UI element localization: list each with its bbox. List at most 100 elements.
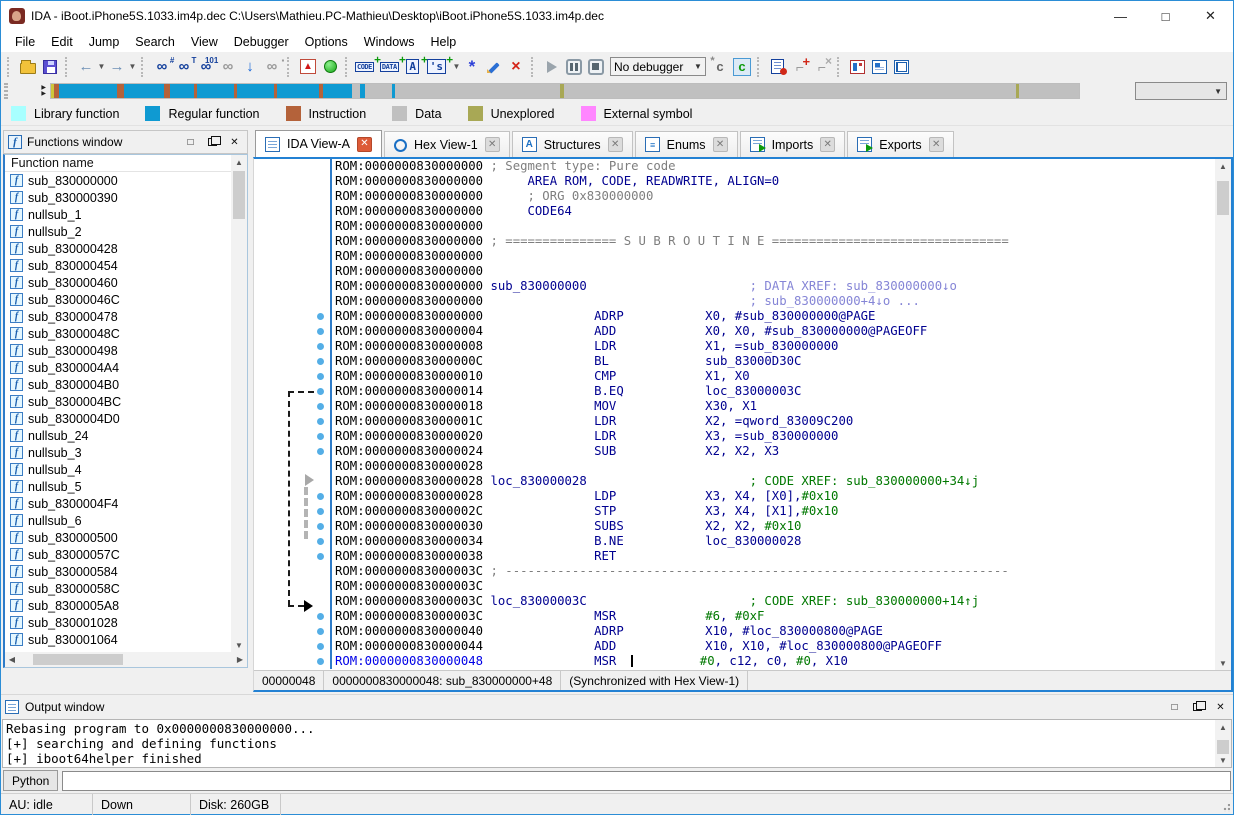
- disassembly-vscroll-thumb[interactable]: [1217, 181, 1229, 215]
- python-prompt-button[interactable]: Python: [3, 770, 58, 791]
- breakpoint-delete-button[interactable]: ⌐: [811, 56, 833, 78]
- maximize-button[interactable]: □: [1143, 1, 1188, 31]
- navigate-forward-button[interactable]: →: [106, 56, 128, 78]
- function-list-item[interactable]: fsub_830000500: [5, 529, 231, 546]
- scroll-up-icon[interactable]: ▲: [1215, 159, 1231, 173]
- debugger-select[interactable]: No debugger▼: [610, 57, 706, 76]
- function-list-item[interactable]: fsub_830000584: [5, 563, 231, 580]
- menu-options[interactable]: Options: [297, 33, 356, 51]
- create-name-button[interactable]: A: [405, 56, 427, 78]
- function-list-item[interactable]: fsub_830000478: [5, 308, 231, 325]
- functions-vscroll-track[interactable]: [231, 169, 247, 638]
- scroll-up-icon[interactable]: ▲: [231, 155, 247, 169]
- disassembly-line[interactable]: ROM:0000000830000000: [254, 219, 1215, 234]
- disassembly-line[interactable]: ROM:0000000830000030 SUBS X2, X2, #0x10: [254, 519, 1215, 534]
- functions-close-button[interactable]: ✕: [226, 134, 243, 150]
- menu-help[interactable]: Help: [422, 33, 464, 51]
- tab-close-button[interactable]: ✕: [713, 137, 728, 152]
- problem-list-button[interactable]: ▲: [297, 56, 319, 78]
- disassembly-line[interactable]: ROM:0000000830000000 ; sub_830000000+4↓o…: [254, 294, 1215, 309]
- function-list-item[interactable]: fsub_83000057C: [5, 546, 231, 563]
- disassembly-line[interactable]: ROM:0000000830000000: [254, 249, 1215, 264]
- output-vscroll-track[interactable]: [1215, 734, 1231, 753]
- navigate-back-button[interactable]: ←: [75, 56, 97, 78]
- disassembly-line[interactable]: ROM:000000083000002C STP X3, X4, [X1],#0…: [254, 504, 1215, 519]
- search-lock-button[interactable]: ∞▪: [261, 56, 283, 78]
- function-list-item[interactable]: fnullsub_1: [5, 206, 231, 223]
- functions-vscrollbar[interactable]: ▲ ▼: [231, 155, 247, 652]
- disassembly-line[interactable]: ROM:000000083000003C ; -----------------…: [254, 564, 1215, 579]
- functions-vscroll-thumb[interactable]: [233, 171, 245, 219]
- tab-exports[interactable]: Exports✕: [847, 131, 953, 157]
- disassembly-line[interactable]: ROM:0000000830000000 CODE64: [254, 204, 1215, 219]
- disassembly-line[interactable]: ROM:000000083000003C MSR #6, #0xF: [254, 609, 1215, 624]
- function-list-item[interactable]: fsub_8300005A8: [5, 597, 231, 614]
- disassembly-line[interactable]: ROM:0000000830000000 AREA ROM, CODE, REA…: [254, 174, 1215, 189]
- navigation-band[interactable]: [50, 83, 1080, 99]
- tab-structures[interactable]: AStructures✕: [512, 131, 633, 157]
- tab-ida-view-a[interactable]: IDA View-A✕: [255, 130, 382, 157]
- tab-enums[interactable]: ≡Enums✕: [635, 131, 738, 157]
- python-command-input[interactable]: [62, 771, 1231, 791]
- function-list-item[interactable]: fsub_830000428: [5, 240, 231, 257]
- disassembly-vscroll-track[interactable]: [1215, 173, 1231, 656]
- output-close-button[interactable]: ✕: [1212, 699, 1229, 715]
- disassembly-line[interactable]: ROM:0000000830000018 MOV X30, X1: [254, 399, 1215, 414]
- scroll-left-icon[interactable]: ◀: [5, 655, 19, 664]
- debugger-run-button[interactable]: c: [731, 56, 753, 78]
- tab-close-button[interactable]: ✕: [485, 137, 500, 152]
- output-maximize-button[interactable]: □: [1166, 699, 1183, 715]
- function-list-item[interactable]: fsub_830000460: [5, 274, 231, 291]
- create-code-button[interactable]: CODE: [355, 56, 380, 78]
- menu-file[interactable]: File: [7, 33, 43, 51]
- forward-history-dropdown[interactable]: ▼: [128, 56, 137, 78]
- search-address-button[interactable]: ∞#: [151, 56, 173, 78]
- disassembly-vscrollbar[interactable]: ▲ ▼: [1215, 159, 1231, 670]
- disassembly-line[interactable]: ROM:0000000830000038 RET: [254, 549, 1215, 564]
- output-window-titlebar[interactable]: Output window □ ✕: [1, 695, 1233, 719]
- disassembly-line[interactable]: ROM:000000083000003C loc_83000003C ; COD…: [254, 594, 1215, 609]
- function-list-item[interactable]: fsub_8300004D0: [5, 410, 231, 427]
- string-type-dropdown[interactable]: ▼: [452, 56, 461, 78]
- disassembly-line[interactable]: ROM:0000000830000000 sub_830000000 ; DAT…: [254, 279, 1215, 294]
- window-layout-button-1[interactable]: [847, 56, 869, 78]
- functions-hscroll-thumb[interactable]: [33, 654, 123, 665]
- menu-jump[interactable]: Jump: [81, 33, 128, 51]
- create-string-button[interactable]: 's: [427, 56, 452, 78]
- scroll-up-icon[interactable]: ▲: [1215, 720, 1231, 734]
- disassembly-line[interactable]: ROM:0000000830000028 LDP X3, X4, [X0],#0…: [254, 489, 1215, 504]
- tab-hex-view-1[interactable]: Hex View-1✕: [384, 131, 510, 157]
- back-history-dropdown[interactable]: ▼: [97, 56, 106, 78]
- tab-close-button[interactable]: ✕: [608, 137, 623, 152]
- functions-hscroll-track[interactable]: [19, 652, 233, 667]
- disassembly-line[interactable]: ROM:000000083000003C: [254, 579, 1215, 594]
- function-list-item[interactable]: fsub_8300004F4: [5, 495, 231, 512]
- create-data-button[interactable]: DATA: [380, 56, 405, 78]
- function-list-item[interactable]: fsub_830000000: [5, 172, 231, 189]
- output-log-text[interactable]: Rebasing program to 0x0000000830000000..…: [3, 720, 1215, 767]
- disassembly-line[interactable]: ROM:0000000830000000 ; ORG 0x830000000: [254, 189, 1215, 204]
- debugger-stop-button[interactable]: [585, 56, 607, 78]
- navband-zoom-select[interactable]: ▼: [1135, 82, 1227, 100]
- function-list-item[interactable]: fnullsub_4: [5, 461, 231, 478]
- resize-grip-icon[interactable]: [1222, 804, 1230, 812]
- jump-down-button[interactable]: ↓: [239, 56, 261, 78]
- functions-window-titlebar[interactable]: f Functions window □ ✕: [3, 130, 248, 154]
- navband-drag-handle[interactable]: [4, 83, 8, 99]
- functions-float-button[interactable]: [204, 134, 221, 150]
- window-layout-button-2[interactable]: [869, 56, 891, 78]
- disassembly-line[interactable]: ROM:0000000830000000: [254, 264, 1215, 279]
- scroll-down-icon[interactable]: ▼: [1215, 753, 1231, 767]
- functions-hscrollbar[interactable]: ◀ ▶: [5, 652, 247, 667]
- menu-windows[interactable]: Windows: [356, 33, 423, 51]
- edit-comment-button[interactable]: [483, 56, 505, 78]
- menu-debugger[interactable]: Debugger: [226, 33, 297, 51]
- menu-view[interactable]: View: [183, 33, 226, 51]
- scroll-right-icon[interactable]: ▶: [233, 655, 247, 664]
- function-list-item[interactable]: fsub_830000390: [5, 189, 231, 206]
- function-list-item[interactable]: fsub_83000046C: [5, 291, 231, 308]
- function-list-item[interactable]: fnullsub_5: [5, 478, 231, 495]
- function-list-item[interactable]: fnullsub_3: [5, 444, 231, 461]
- disassembly-line[interactable]: ROM:0000000830000010 CMP X1, X0: [254, 369, 1215, 384]
- disassembly-line[interactable]: ROM:0000000830000008 LDR X1, =sub_830000…: [254, 339, 1215, 354]
